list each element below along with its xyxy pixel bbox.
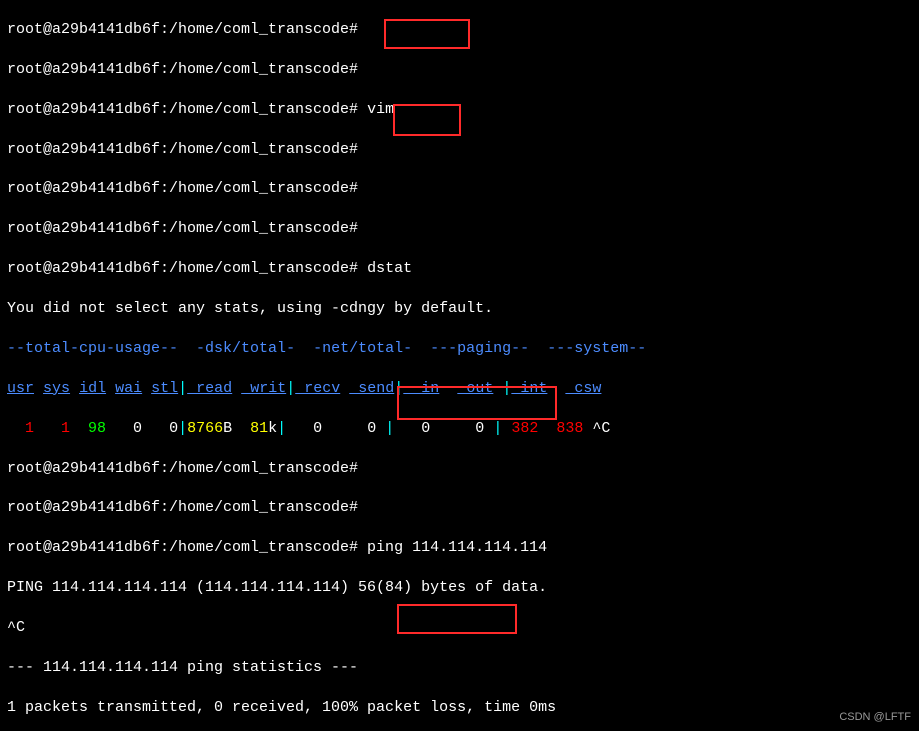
prompt-dstat[interactable]: root@a29b4141db6f:/home/coml_transcode# … <box>7 259 912 279</box>
dstat-row: 1 1 98 0 0|8766B 81k| 0 0 | 0 0 | 382 83… <box>7 419 912 439</box>
prompt-vim[interactable]: root@a29b4141db6f:/home/coml_transcode# … <box>7 100 912 120</box>
terminal-output: root@a29b4141db6f:/home/coml_transcode# … <box>0 0 919 731</box>
dstat-subheader: usr sys idl wai stl| read writ| recv sen… <box>7 379 912 399</box>
prompt-line[interactable]: root@a29b4141db6f:/home/coml_transcode# <box>7 60 912 80</box>
ping-output: 1 packets transmitted, 0 received, 100% … <box>7 698 912 718</box>
prompt-line[interactable]: root@a29b4141db6f:/home/coml_transcode# <box>7 140 912 160</box>
dstat-msg: You did not select any stats, using -cdn… <box>7 299 912 319</box>
prompt-line[interactable]: root@a29b4141db6f:/home/coml_transcode# <box>7 20 912 40</box>
prompt-ping-ip[interactable]: root@a29b4141db6f:/home/coml_transcode# … <box>7 538 912 558</box>
ping-output: PING 114.114.114.114 (114.114.114.114) 5… <box>7 578 912 598</box>
prompt-line[interactable]: root@a29b4141db6f:/home/coml_transcode# <box>7 498 912 518</box>
dstat-header: --total-cpu-usage-- -dsk/total- -net/tot… <box>7 339 912 359</box>
prompt-line[interactable]: root@a29b4141db6f:/home/coml_transcode# <box>7 459 912 479</box>
ping-output: --- 114.114.114.114 ping statistics --- <box>7 658 912 678</box>
watermark: CSDN @LFTF <box>839 710 911 725</box>
prompt-line[interactable]: root@a29b4141db6f:/home/coml_transcode# <box>7 179 912 199</box>
ping-output: ^C <box>7 618 912 638</box>
prompt-line[interactable]: root@a29b4141db6f:/home/coml_transcode# <box>7 219 912 239</box>
